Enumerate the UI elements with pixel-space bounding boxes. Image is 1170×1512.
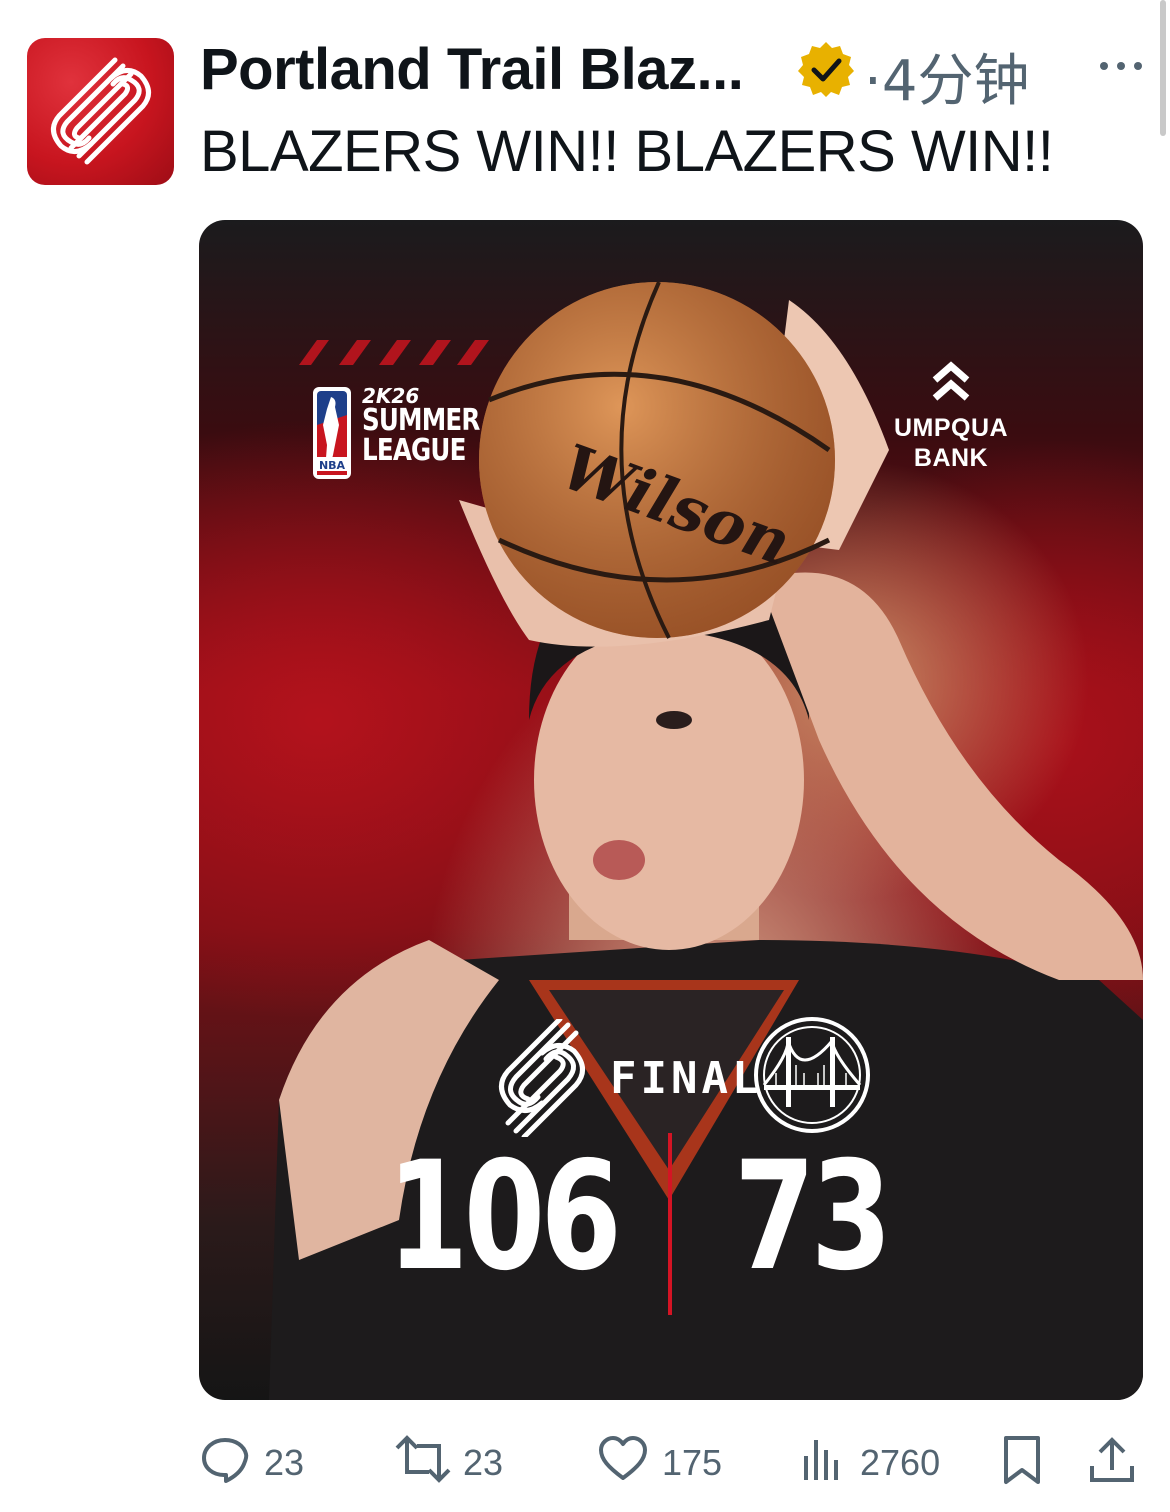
score-divider [668, 1133, 672, 1315]
summer-league-logo: 2K26 SUMMER LEAGUE [362, 384, 480, 468]
view-count: 2760 [860, 1442, 941, 1483]
like-count: 175 [662, 1442, 723, 1483]
umpqua-bank-logo: UMPQUA BANK [889, 358, 1013, 473]
share-icon [1090, 1437, 1134, 1482]
timestamp[interactable]: ·4分钟 [864, 36, 1029, 117]
tweet-actions: 23 23 175 2760 [0, 1420, 1170, 1500]
more-icon[interactable] [1096, 50, 1146, 80]
away-score: 73 [734, 1130, 892, 1304]
like-icon [599, 1436, 647, 1480]
blazers-logo-icon [499, 1019, 585, 1137]
like-button[interactable]: 175 [598, 1434, 728, 1488]
svg-text:NBA: NBA [319, 459, 346, 472]
reply-button[interactable]: 23 [200, 1434, 320, 1488]
repost-icon [395, 1435, 451, 1483]
tweet-text: BLAZERS WIN!! BLAZERS WIN!! [200, 119, 1054, 184]
verified-badge-icon[interactable] [797, 40, 855, 98]
repost-button[interactable]: 23 [395, 1434, 515, 1488]
home-score: 106 [387, 1130, 622, 1304]
tweet-header: Portland Trail Blaz... ·4分钟 [200, 32, 1142, 114]
share-button[interactable] [1088, 1434, 1136, 1488]
blazers-logo-icon [51, 57, 151, 165]
game-status: FINAL [610, 1053, 763, 1104]
author-name[interactable]: Portland Trail Blaz... [200, 36, 744, 103]
views-button[interactable]: 2760 [800, 1434, 950, 1488]
final-scoreboard: FINAL [494, 1015, 894, 1137]
repost-count: 23 [463, 1442, 504, 1483]
umpqua-logo-icon [932, 361, 970, 401]
reply-count: 23 [264, 1442, 305, 1483]
warriors-logo-icon [754, 1017, 870, 1133]
reply-icon [202, 1438, 249, 1483]
views-icon [804, 1440, 838, 1480]
bookmark-icon [1004, 1436, 1040, 1484]
scrollbar[interactable] [1160, 0, 1166, 136]
nba-logo-icon: NBA [313, 387, 351, 479]
bookmark-button[interactable] [1000, 1434, 1044, 1488]
author-avatar[interactable] [27, 38, 174, 185]
tweet-media-image[interactable]: Wilson NBA 2K26 SUMMER LEAGUE UMPQUA BAN… [199, 220, 1143, 1400]
